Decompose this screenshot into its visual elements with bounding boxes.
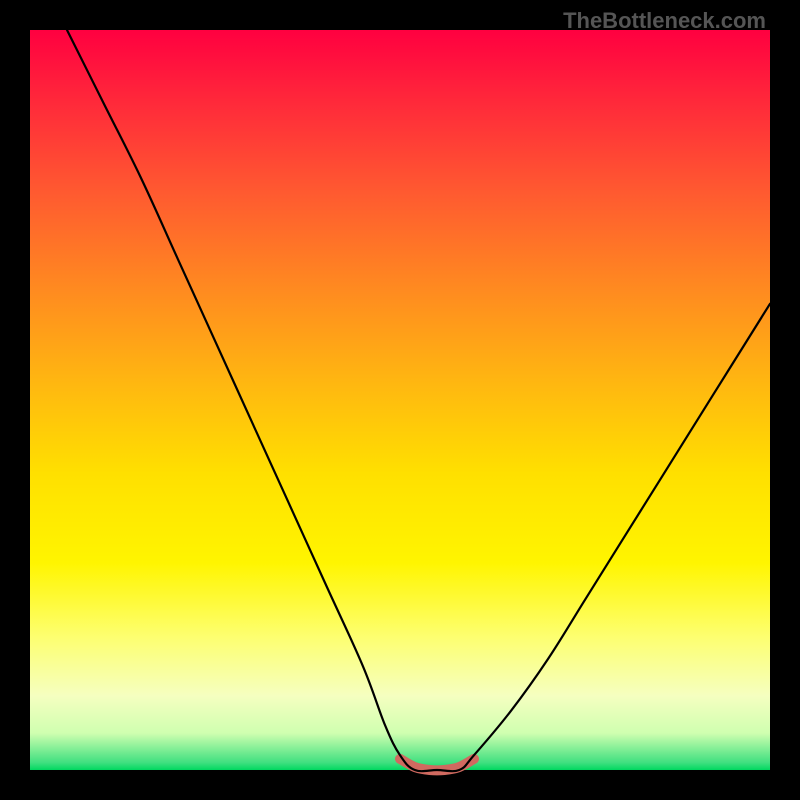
- curve-layer: [30, 30, 770, 770]
- plot-area: [30, 30, 770, 770]
- chart-frame: TheBottleneck.com: [0, 0, 800, 800]
- bottleneck-curve: [67, 30, 770, 771]
